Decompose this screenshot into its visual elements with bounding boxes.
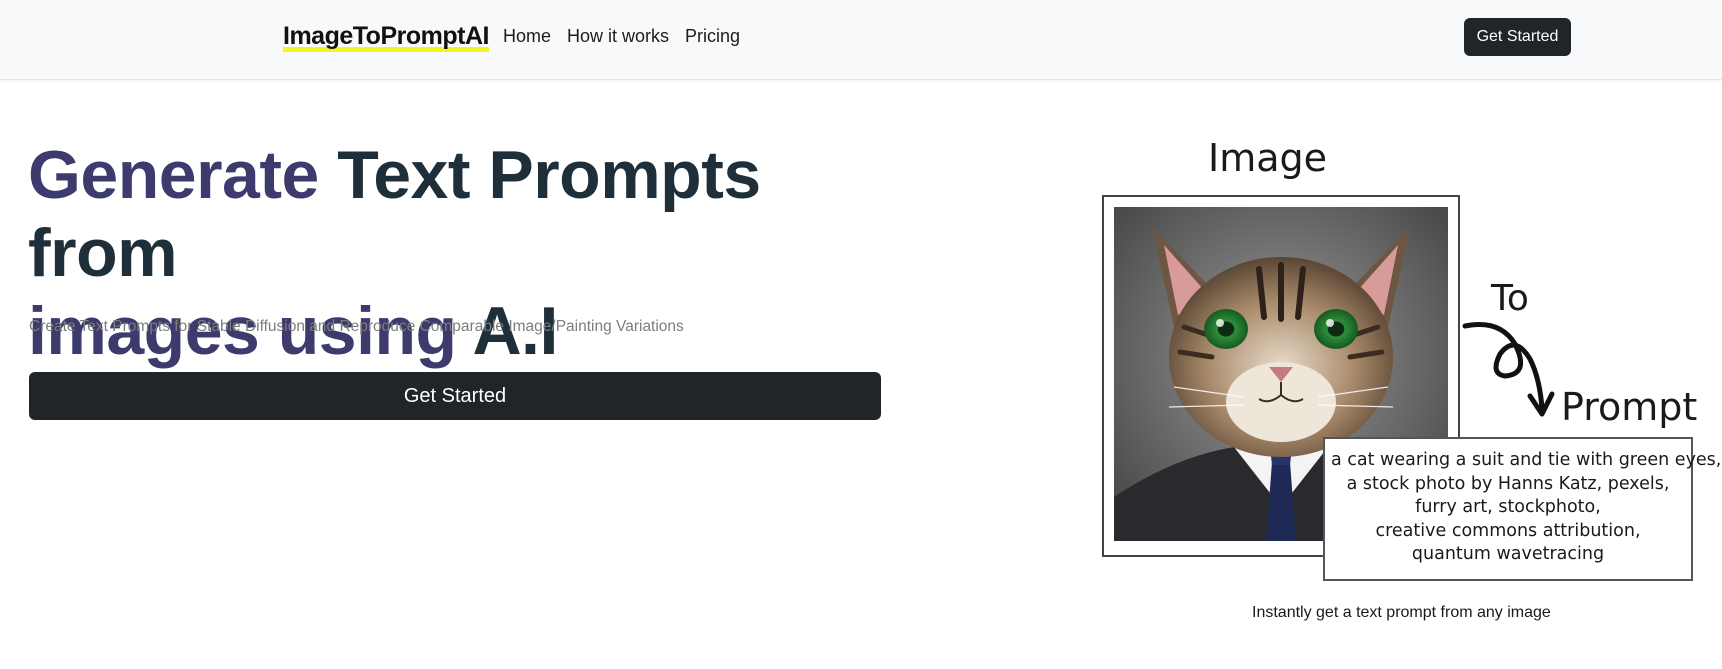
nav-link-how-it-works[interactable]: How it works <box>567 26 669 47</box>
prompt-line: creative commons attribution, <box>1375 520 1641 541</box>
nav-link-home[interactable]: Home <box>503 26 551 47</box>
nav-get-started-button[interactable]: Get Started <box>1464 18 1571 56</box>
illustration-label-prompt: Prompt <box>1561 385 1698 429</box>
nav-link-pricing[interactable]: Pricing <box>685 26 740 47</box>
prompt-text-box: a cat wearing a suit and tie with green … <box>1323 437 1722 581</box>
navbar: ImageToPromptAI Home How it works Pricin… <box>0 0 1722 80</box>
curly-arrow-icon <box>1462 322 1555 417</box>
prompt-line: quantum wavetracing <box>1411 544 1605 564</box>
brand-logo[interactable]: ImageToPromptAI <box>283 22 489 52</box>
illustration-label-to: To <box>1491 278 1529 319</box>
nav-links: Home How it works Pricing <box>503 26 740 47</box>
hero-get-started-button[interactable]: Get Started <box>29 372 881 420</box>
prompt-line: a stock photo by Hanns Katz, pexels, <box>1346 473 1670 494</box>
prompt-line: a cat wearing a suit and tie with green … <box>1331 450 1722 470</box>
illustration-label-image: Image <box>1208 136 1328 180</box>
hero-title-part1: Generate <box>28 137 338 213</box>
prompt-line: furry art, stockphoto, <box>1415 497 1601 517</box>
hero-subtitle: Create Text Prompts for Stable Diffusion… <box>29 318 684 335</box>
hero-illustration: Image To Prompt a cat wearing a suit and… <box>1090 130 1722 610</box>
illustration-caption: Instantly get a text prompt from any ima… <box>1252 604 1551 621</box>
